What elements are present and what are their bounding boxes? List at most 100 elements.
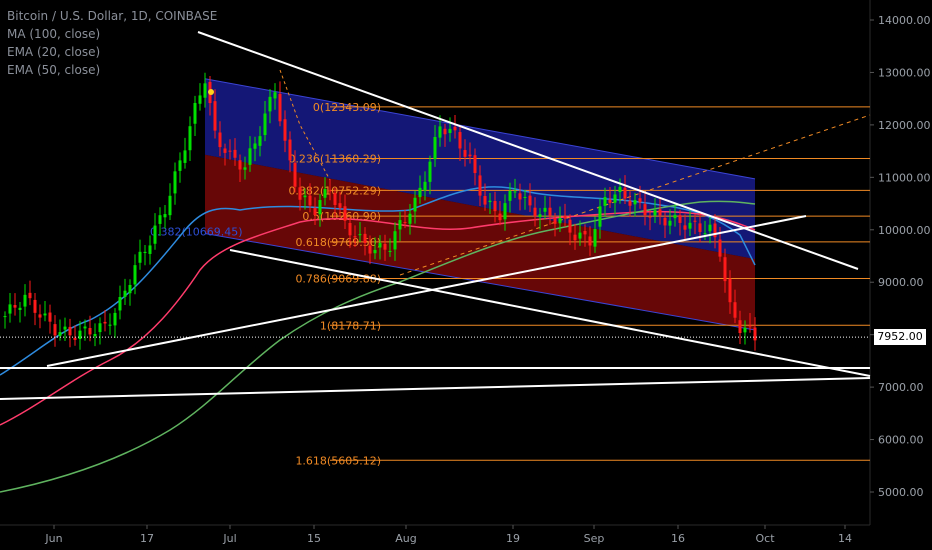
candle-body: [258, 136, 262, 146]
candle-body: [368, 245, 372, 254]
price-chart[interactable]: 14000.00 13000.00 12000.00 11000.00 10000.00…: [0, 0, 932, 550]
y-tick-label: 5000.00: [878, 486, 924, 499]
candle-body: [103, 321, 107, 324]
candle-body: [403, 222, 407, 224]
candle-body: [753, 327, 757, 341]
candle-body: [108, 324, 112, 326]
candle-body: [138, 251, 142, 263]
y-tick-label: 9000.00: [878, 276, 924, 289]
candle-body: [243, 167, 247, 170]
candle-body: [98, 323, 102, 333]
candle-body: [573, 234, 577, 241]
candle-body: [668, 220, 672, 226]
chart-legend: Bitcoin / U.S. Dollar, 1D, COINBASE MA (…: [7, 7, 217, 79]
candle-body: [658, 209, 662, 216]
candle-body: [73, 337, 77, 340]
indicator-ema50: EMA (50, close): [7, 63, 101, 77]
y-tick-label: 13000.00: [878, 66, 931, 79]
x-tick-label: 15: [307, 532, 321, 545]
candle-body: [568, 219, 572, 233]
candle-body: [558, 218, 562, 224]
candle-body: [148, 245, 152, 254]
y-tick-label: 12000.00: [878, 119, 931, 132]
candle-body: [698, 223, 702, 232]
x-tick-label: 17: [140, 532, 154, 545]
candle-body: [38, 314, 42, 318]
candle-body: [433, 136, 437, 160]
candle-body: [128, 284, 132, 294]
candle-body: [678, 215, 682, 223]
candle-body: [648, 216, 652, 218]
candle-body: [53, 324, 57, 336]
candle-body: [423, 181, 427, 191]
candle-body: [28, 292, 32, 299]
candle-body: [493, 201, 497, 212]
candle-body: [533, 207, 537, 217]
candle-body: [23, 294, 27, 307]
candle-body: [393, 231, 397, 250]
candle-body: [373, 249, 377, 254]
candle-body: [333, 193, 337, 205]
candle-body: [718, 239, 722, 257]
x-tick-label: 14: [838, 532, 852, 545]
fib-level-label: 0.786(9069.88): [295, 273, 381, 286]
candle-body: [453, 126, 457, 131]
candle-body: [398, 220, 402, 230]
candle-body: [563, 215, 567, 219]
candle-body: [473, 155, 477, 174]
candle-body: [58, 332, 62, 336]
candle-body: [683, 225, 687, 230]
candle-body: [198, 95, 202, 104]
candle-body: [233, 149, 237, 158]
y-tick-label: 7000.00: [878, 381, 924, 394]
candle-body: [178, 160, 182, 171]
x-tick-label: Jul: [222, 532, 236, 545]
candle-body: [213, 101, 217, 131]
candle-body: [448, 128, 452, 134]
candle-body: [458, 132, 462, 149]
candle-body: [13, 305, 17, 308]
candle-body: [538, 214, 542, 218]
candle-body: [508, 190, 512, 201]
candle-body: [113, 312, 117, 326]
y-tick-label: 10000.00: [878, 224, 931, 237]
candle-body: [723, 257, 727, 282]
candle-body: [3, 316, 7, 318]
candle-body: [518, 193, 522, 200]
candle-body: [293, 162, 297, 187]
candle-body: [173, 171, 177, 194]
candle-body: [323, 189, 327, 198]
candle-body: [443, 128, 447, 135]
candle-body: [593, 229, 597, 247]
chart-title: Bitcoin / U.S. Dollar, 1D, COINBASE: [7, 9, 218, 23]
candle-body: [348, 222, 352, 236]
candle-body: [428, 161, 432, 182]
indicator-ema20: EMA (20, close): [7, 45, 101, 59]
candle-body: [168, 195, 172, 216]
candle-body: [703, 233, 707, 235]
candle-body: [263, 113, 267, 136]
candle-body: [188, 126, 192, 151]
candle-body: [8, 304, 12, 314]
fib-level-label: 1(8178.71): [320, 319, 381, 332]
candle-body: [143, 251, 147, 253]
x-tick-label: Oct: [755, 532, 775, 545]
candle-body: [273, 92, 277, 99]
candle-body: [663, 217, 667, 226]
candle-body: [603, 197, 607, 206]
candle-body: [153, 225, 157, 244]
candle-body: [133, 265, 137, 285]
candle-body: [63, 326, 67, 330]
candle-body: [638, 198, 642, 203]
candle-body: [183, 150, 187, 163]
candle-body: [613, 194, 617, 203]
candle-body: [123, 290, 127, 297]
candle-body: [488, 200, 492, 203]
candle-body: [383, 243, 387, 250]
candle-body: [743, 327, 747, 333]
candle-body: [628, 200, 632, 206]
candle-body: [193, 102, 197, 124]
candle-body: [378, 242, 382, 248]
candle-body: [623, 187, 627, 199]
candle-body: [463, 150, 467, 157]
